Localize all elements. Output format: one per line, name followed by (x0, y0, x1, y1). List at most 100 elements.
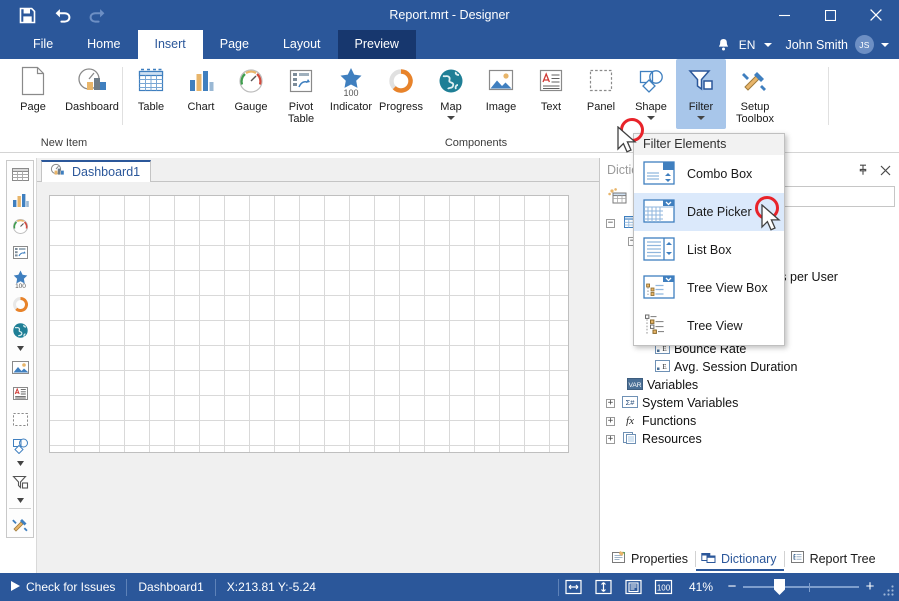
tree-expander[interactable]: − (606, 219, 615, 228)
maximize-button[interactable] (807, 0, 853, 30)
document-tab-dashboard1[interactable]: Dashboard1 (41, 160, 151, 182)
tab-preview[interactable]: Preview (338, 30, 416, 59)
left-tool-indicator[interactable]: 100 (7, 265, 33, 291)
zoom-slider-track[interactable] (743, 586, 859, 588)
ribbon-button-text[interactable]: Text (526, 59, 576, 129)
map-chevron-down-icon[interactable] (447, 116, 455, 120)
left-tool-filter[interactable] (7, 469, 33, 495)
list-item[interactable]: + Resources (600, 430, 899, 448)
ribbon-button-table[interactable]: Table (126, 59, 176, 129)
tab-layout[interactable]: Layout (266, 30, 338, 59)
tree-expander[interactable]: + (606, 399, 615, 408)
ribbon-button-image[interactable]: Image (476, 59, 526, 129)
bell-icon[interactable] (717, 38, 730, 52)
check-for-issues-button[interactable]: Check for Issues (0, 573, 126, 601)
close-button[interactable] (853, 0, 899, 30)
redo-icon[interactable] (86, 4, 108, 26)
tab-report-tree[interactable]: Report Tree (785, 547, 883, 571)
save-icon[interactable] (16, 4, 38, 26)
avatar[interactable]: JS (855, 35, 874, 54)
left-tool-chart[interactable] (7, 187, 33, 213)
list-item[interactable]: VAR Variables (600, 376, 899, 394)
tab-dictionary[interactable]: Dictionary (696, 547, 784, 571)
tab-insert[interactable]: Insert (138, 30, 203, 59)
ribbon-button-gauge[interactable]: Gauge (226, 59, 276, 129)
map-icon (436, 64, 466, 98)
page-view-icon[interactable] (619, 573, 649, 601)
zoom-100-icon[interactable]: 100 (649, 573, 679, 601)
menu-item-combo-box[interactable]: Combo Box (634, 155, 784, 193)
menu-item-list-box[interactable]: List Box (634, 231, 784, 269)
ribbon-button-chart[interactable]: Chart (176, 59, 226, 129)
ribbon-separator-right (828, 67, 829, 125)
left-tool-image[interactable] (7, 354, 33, 380)
tab-home[interactable]: Home (70, 30, 137, 59)
left-tool-filter-chevron-down-icon[interactable] (7, 495, 33, 506)
list-item[interactable]: + Σ# System Variables (600, 394, 899, 412)
svg-text:100: 100 (343, 88, 358, 97)
document-tab-bar: Dashboard1 (37, 158, 599, 182)
ribbon-button-pivot-table[interactable]: Pivot Table (276, 59, 326, 129)
account-chevron-down-icon[interactable] (881, 43, 889, 47)
tab-file[interactable]: File (16, 30, 70, 59)
undo-icon[interactable] (51, 4, 73, 26)
shape-chevron-down-icon[interactable] (647, 116, 655, 120)
svg-text:100: 100 (15, 283, 26, 288)
left-tool-shape[interactable] (7, 432, 33, 458)
pin-icon[interactable] (853, 160, 873, 180)
menu-item-tree-view[interactable]: Tree View (634, 307, 784, 345)
user-name[interactable]: John Smith (785, 38, 848, 52)
ribbon-label-map: Map (440, 101, 461, 113)
left-tool-progress[interactable] (7, 291, 33, 317)
list-item[interactable]: E Avg. Session Duration (600, 358, 899, 376)
title-bar: Report.mrt - Designer (0, 0, 899, 30)
ribbon-button-dashboard[interactable]: Dashboard (60, 59, 124, 129)
zoom-in-button[interactable]: + (863, 580, 877, 594)
align-vertical-icon[interactable] (589, 573, 619, 601)
menu-item-tree-view-box[interactable]: Tree View Box (634, 269, 784, 307)
ribbon-label-pivot-table: Pivot Table (288, 101, 314, 125)
left-tool-shape-chevron-down-icon[interactable] (7, 458, 33, 469)
left-tool-panel[interactable] (7, 406, 33, 432)
menu-item-date-picker[interactable]: Date Picker (634, 193, 784, 231)
align-horizontal-icon[interactable] (559, 573, 589, 601)
language-selector[interactable]: EN (737, 38, 758, 52)
ribbon-button-filter[interactable]: Filter (676, 59, 726, 129)
list-item[interactable]: + fx Functions (600, 412, 899, 430)
canvas-scroll-area[interactable] (37, 182, 599, 573)
left-tool-setup-toolbox[interactable] (7, 511, 33, 537)
new-dictionary-item-icon[interactable] (604, 185, 632, 207)
zoom-slider[interactable]: − + (725, 573, 877, 601)
left-tool-gauge[interactable] (7, 213, 33, 239)
tab-properties[interactable]: Properties (606, 547, 695, 571)
left-tool-map[interactable] (7, 317, 33, 343)
report-page-canvas[interactable] (49, 195, 569, 453)
tree-expander[interactable]: + (606, 417, 615, 426)
left-tool-table[interactable] (7, 161, 33, 187)
tree-item-label: Avg. Session Duration (674, 360, 797, 374)
tree-expander[interactable]: + (606, 435, 615, 444)
combo-box-icon (643, 160, 675, 189)
report-tree-icon (790, 550, 805, 567)
left-tool-map-chevron-down-icon[interactable] (7, 343, 33, 354)
resize-grip-icon[interactable] (877, 573, 899, 601)
ribbon-button-indicator[interactable]: 100 Indicator (326, 59, 376, 129)
ribbon-button-panel[interactable]: Panel (576, 59, 626, 129)
zoom-slider-thumb[interactable] (774, 579, 785, 595)
minimize-button[interactable] (761, 0, 807, 30)
left-tool-text[interactable] (7, 380, 33, 406)
zoom-out-button[interactable]: − (725, 580, 739, 594)
left-tool-pivot-table[interactable] (7, 239, 33, 265)
close-icon[interactable] (875, 160, 895, 180)
ribbon-button-setup-toolbox[interactable]: Setup Toolbox (726, 59, 784, 129)
ribbon-button-progress[interactable]: Progress (376, 59, 426, 129)
ribbon-label-setup-toolbox: Setup Toolbox (736, 101, 774, 125)
ribbon-button-shape[interactable]: Shape (626, 59, 676, 129)
tab-label: Report Tree (810, 552, 876, 566)
ribbon-button-page[interactable]: Page (6, 59, 60, 129)
ribbon-button-map[interactable]: Map (426, 59, 476, 129)
language-chevron-down-icon[interactable] (764, 43, 772, 47)
filter-chevron-down-icon[interactable] (697, 116, 705, 120)
tab-page[interactable]: Page (203, 30, 266, 59)
designer-window: Report.mrt - Designer File Home Insert P… (0, 0, 899, 601)
